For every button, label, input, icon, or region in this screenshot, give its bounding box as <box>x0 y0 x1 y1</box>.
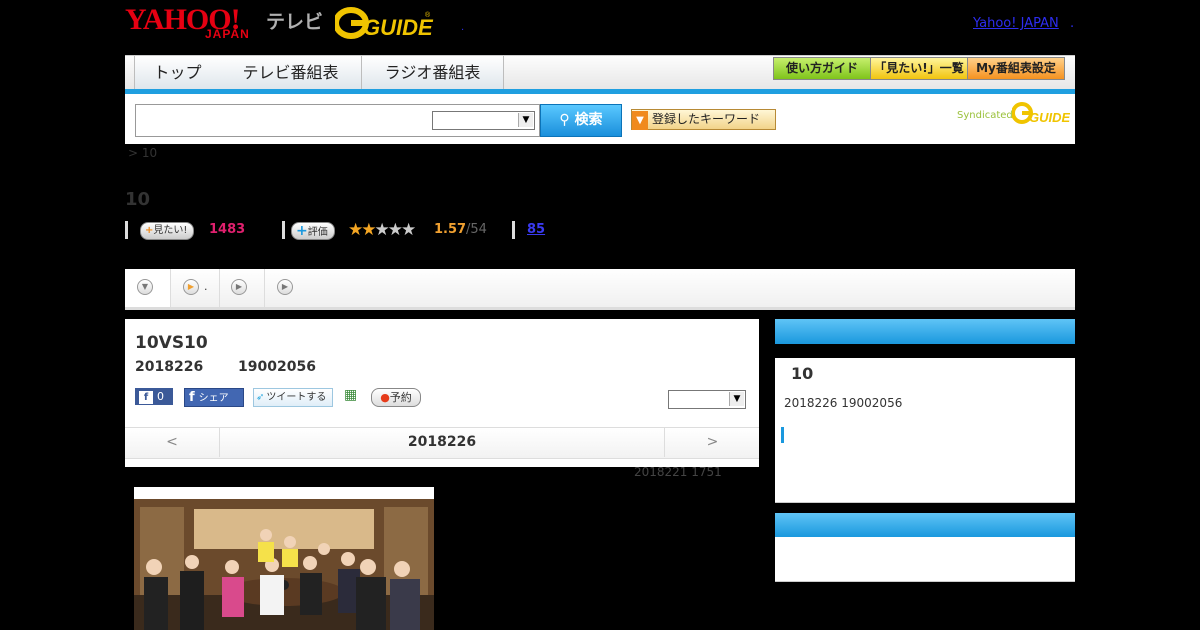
rating-count: /54 <box>466 222 487 237</box>
my-listings-settings-button[interactable]: My番組表設定 <box>967 57 1065 80</box>
next-date-button[interactable]: > <box>664 427 760 457</box>
sidebar-program-info: 2018226 19002056 <box>784 396 903 410</box>
header-separator-small: . <box>461 22 465 33</box>
record-dot-icon: ● <box>380 391 390 404</box>
add-calendar-icon[interactable]: ▦ <box>344 388 358 402</box>
facebook-like-count: 0 <box>157 390 164 403</box>
want-count: 1483 <box>209 222 246 237</box>
chevron-down-icon[interactable]: ▼ <box>729 392 744 406</box>
episode-time: 19002056 <box>238 359 316 375</box>
rate-button[interactable]: +評価 <box>291 222 335 240</box>
syndicated-gguide-logo: GUIDE <box>1012 102 1070 125</box>
want-button[interactable]: +見たい! <box>140 222 195 240</box>
previous-date-button[interactable]: < <box>125 427 220 457</box>
episode-title: 10VS10 <box>135 333 208 353</box>
rating-stars: ★★★★★ <box>348 220 416 240</box>
facebook-icon: f <box>189 390 195 405</box>
registered-keyword-button[interactable]: ▼ 登録したキーワード <box>631 109 776 130</box>
star-half-icon: ★ <box>361 220 376 240</box>
sidebar-box-header <box>775 319 1075 344</box>
review-count-link[interactable]: 85 <box>527 222 545 237</box>
rate-button-label: 評価 <box>307 227 328 238</box>
svg-text:GUIDE: GUIDE <box>1029 110 1070 125</box>
play-circle-icon: ▶ <box>231 279 247 295</box>
nav-tab-top[interactable]: トップ <box>134 56 221 89</box>
facebook-like-button[interactable]: f0 <box>135 388 173 405</box>
plus-icon: + <box>296 223 308 239</box>
reserve-button-label: 予約 <box>389 391 412 404</box>
search-icon: ⚲ <box>559 112 570 128</box>
divider <box>125 221 128 239</box>
current-date: 2018226 <box>407 434 477 450</box>
registered-keyword-label: 登録したキーワード <box>652 112 761 126</box>
star-full-icon: ★ <box>348 220 363 240</box>
subtab-2-label: . <box>204 280 208 293</box>
search-button-label: 検索 <box>574 112 603 128</box>
sidebar-marker <box>781 427 784 443</box>
divider <box>282 221 285 239</box>
program-photo <box>134 487 434 630</box>
chevron-down-circle-icon: ▼ <box>137 279 153 295</box>
play-circle-icon: ▶ <box>183 279 199 295</box>
nav-tab-radio-listings[interactable]: ラジオ番組表 <box>362 56 504 89</box>
usage-guide-button[interactable]: 使い方ガイド <box>773 57 871 80</box>
gguide-logo-text: GUIDE <box>363 15 434 39</box>
nav-tab-tv-listings[interactable]: テレビ番組表 <box>220 56 362 89</box>
sidebar-box-2-header <box>775 513 1075 537</box>
triangle-down-icon: ▼ <box>632 111 648 130</box>
star-empty-icon: ★ <box>387 220 403 240</box>
want-button-label: 見たい! <box>153 225 188 236</box>
sidebar-box-band <box>775 344 1075 358</box>
sidebar-program-title: 10 <box>791 364 814 383</box>
episode-date: 2018226 <box>135 359 204 375</box>
star-empty-icon: ★ <box>401 220 416 240</box>
star-empty-icon: ★ <box>374 220 390 240</box>
twitter-bird-icon: ➶ <box>256 392 265 403</box>
gguide-logo[interactable]: GUIDE ® <box>335 7 435 39</box>
facebook-icon: f <box>139 391 153 404</box>
play-circle-icon: ▶ <box>277 279 293 295</box>
tweet-button-label: ツイートする <box>266 392 327 403</box>
tv-logo-text[interactable]: テレビ <box>266 7 323 34</box>
divider <box>512 221 515 239</box>
header-separator: . <box>1070 16 1075 31</box>
facebook-share-button[interactable]: f シェア <box>184 388 244 407</box>
syndicated-label: Syndicated <box>957 110 1013 121</box>
facebook-share-label: シェア <box>198 393 229 404</box>
search-button[interactable]: ⚲ 検索 <box>540 104 622 137</box>
updated-timestamp: 2018221 1751 <box>634 465 722 479</box>
svg-text:®: ® <box>425 11 431 19</box>
yahoo-japan-logo-text: JAPAN <box>205 27 250 41</box>
chevron-down-icon[interactable]: ▼ <box>518 113 533 127</box>
rating-value: 1.57 <box>434 222 467 237</box>
want-list-button[interactable]: 「見たい!」一覧 <box>870 57 968 80</box>
reserve-button[interactable]: ●予約 <box>371 388 421 407</box>
yahoo-japan-link[interactable]: Yahoo! JAPAN <box>973 16 1059 31</box>
breadcrumb: > 10 <box>128 146 158 160</box>
program-title: 10 <box>125 189 151 210</box>
tweet-button[interactable]: ➶ ツイートする <box>253 388 333 407</box>
